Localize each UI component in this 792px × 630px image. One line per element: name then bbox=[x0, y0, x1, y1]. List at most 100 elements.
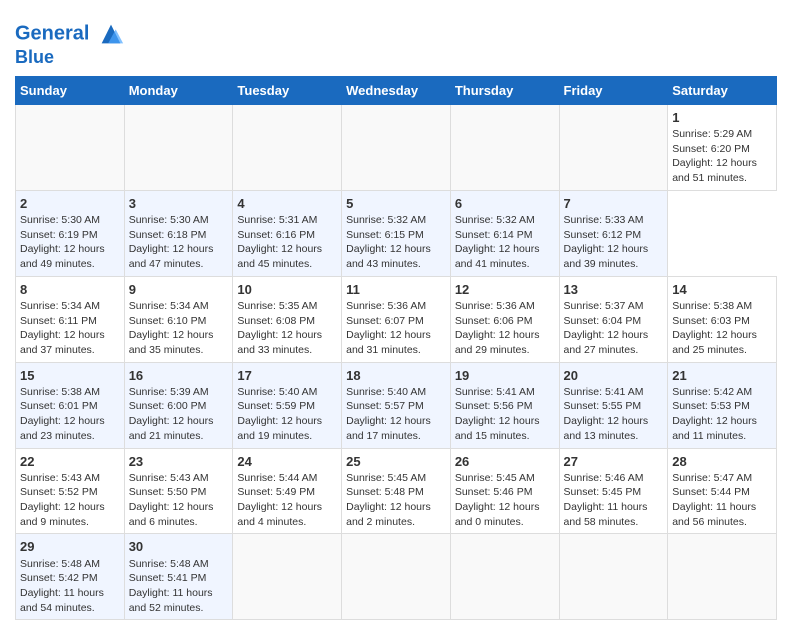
daylight-info: Daylight: 12 hours and 2 minutes. bbox=[346, 500, 446, 529]
sunrise-info: Sunrise: 5:45 AM bbox=[455, 471, 555, 486]
day-of-week-header: Thursday bbox=[450, 76, 559, 104]
daylight-info: Daylight: 12 hours and 47 minutes. bbox=[129, 242, 229, 271]
daylight-info: Daylight: 12 hours and 27 minutes. bbox=[564, 328, 664, 357]
page-header: General Blue bbox=[15, 10, 777, 68]
calendar-cell: 9 Sunrise: 5:34 AM Sunset: 6:10 PM Dayli… bbox=[124, 276, 233, 362]
day-number: 13 bbox=[564, 281, 664, 299]
calendar-cell: 12 Sunrise: 5:36 AM Sunset: 6:06 PM Dayl… bbox=[450, 276, 559, 362]
sunrise-info: Sunrise: 5:43 AM bbox=[20, 471, 120, 486]
sunrise-info: Sunrise: 5:34 AM bbox=[20, 299, 120, 314]
calendar-cell: 13 Sunrise: 5:37 AM Sunset: 6:04 PM Dayl… bbox=[559, 276, 668, 362]
daylight-info: Daylight: 12 hours and 0 minutes. bbox=[455, 500, 555, 529]
day-number: 30 bbox=[129, 538, 229, 556]
daylight-info: Daylight: 11 hours and 58 minutes. bbox=[564, 500, 664, 529]
calendar-cell: 29 Sunrise: 5:48 AM Sunset: 5:42 PM Dayl… bbox=[16, 534, 125, 620]
day-number: 16 bbox=[129, 367, 229, 385]
day-number: 17 bbox=[237, 367, 337, 385]
calendar-cell: 4 Sunrise: 5:31 AM Sunset: 6:16 PM Dayli… bbox=[233, 190, 342, 276]
calendar-cell: 30 Sunrise: 5:48 AM Sunset: 5:41 PM Dayl… bbox=[124, 534, 233, 620]
calendar-cell: 22 Sunrise: 5:43 AM Sunset: 5:52 PM Dayl… bbox=[16, 448, 125, 534]
sunrise-info: Sunrise: 5:30 AM bbox=[129, 213, 229, 228]
day-number: 24 bbox=[237, 453, 337, 471]
calendar-cell: 2 Sunrise: 5:30 AM Sunset: 6:19 PM Dayli… bbox=[16, 190, 125, 276]
day-number: 15 bbox=[20, 367, 120, 385]
daylight-info: Daylight: 12 hours and 51 minutes. bbox=[672, 156, 772, 185]
daylight-info: Daylight: 12 hours and 15 minutes. bbox=[455, 414, 555, 443]
sunrise-info: Sunrise: 5:34 AM bbox=[129, 299, 229, 314]
calendar-header-row: SundayMondayTuesdayWednesdayThursdayFrid… bbox=[16, 76, 777, 104]
sunrise-info: Sunrise: 5:43 AM bbox=[129, 471, 229, 486]
calendar-cell: 21 Sunrise: 5:42 AM Sunset: 5:53 PM Dayl… bbox=[668, 362, 777, 448]
day-number: 5 bbox=[346, 195, 446, 213]
calendar-cell bbox=[668, 534, 777, 620]
sunrise-info: Sunrise: 5:32 AM bbox=[346, 213, 446, 228]
daylight-info: Daylight: 12 hours and 35 minutes. bbox=[129, 328, 229, 357]
sunrise-info: Sunrise: 5:40 AM bbox=[237, 385, 337, 400]
day-number: 25 bbox=[346, 453, 446, 471]
sunset-info: Sunset: 6:19 PM bbox=[20, 228, 120, 243]
day-of-week-header: Friday bbox=[559, 76, 668, 104]
calendar-cell bbox=[16, 104, 125, 190]
sunset-info: Sunset: 5:59 PM bbox=[237, 399, 337, 414]
daylight-info: Daylight: 12 hours and 37 minutes. bbox=[20, 328, 120, 357]
day-of-week-header: Wednesday bbox=[342, 76, 451, 104]
day-number: 12 bbox=[455, 281, 555, 299]
sunset-info: Sunset: 5:50 PM bbox=[129, 485, 229, 500]
sunset-info: Sunset: 5:45 PM bbox=[564, 485, 664, 500]
sunrise-info: Sunrise: 5:42 AM bbox=[672, 385, 772, 400]
daylight-info: Daylight: 12 hours and 41 minutes. bbox=[455, 242, 555, 271]
calendar-week-row: 2 Sunrise: 5:30 AM Sunset: 6:19 PM Dayli… bbox=[16, 190, 777, 276]
sunset-info: Sunset: 6:15 PM bbox=[346, 228, 446, 243]
sunset-info: Sunset: 6:00 PM bbox=[129, 399, 229, 414]
daylight-info: Daylight: 11 hours and 54 minutes. bbox=[20, 586, 120, 615]
daylight-info: Daylight: 12 hours and 25 minutes. bbox=[672, 328, 772, 357]
daylight-info: Daylight: 12 hours and 39 minutes. bbox=[564, 242, 664, 271]
sunset-info: Sunset: 5:52 PM bbox=[20, 485, 120, 500]
calendar-week-row: 8 Sunrise: 5:34 AM Sunset: 6:11 PM Dayli… bbox=[16, 276, 777, 362]
calendar-cell: 27 Sunrise: 5:46 AM Sunset: 5:45 PM Dayl… bbox=[559, 448, 668, 534]
daylight-info: Daylight: 12 hours and 43 minutes. bbox=[346, 242, 446, 271]
daylight-info: Daylight: 12 hours and 9 minutes. bbox=[20, 500, 120, 529]
day-number: 29 bbox=[20, 538, 120, 556]
calendar-cell: 20 Sunrise: 5:41 AM Sunset: 5:55 PM Dayl… bbox=[559, 362, 668, 448]
calendar-cell: 15 Sunrise: 5:38 AM Sunset: 6:01 PM Dayl… bbox=[16, 362, 125, 448]
calendar-week-row: 1 Sunrise: 5:29 AM Sunset: 6:20 PM Dayli… bbox=[16, 104, 777, 190]
sunrise-info: Sunrise: 5:48 AM bbox=[20, 557, 120, 572]
day-of-week-header: Sunday bbox=[16, 76, 125, 104]
day-number: 8 bbox=[20, 281, 120, 299]
calendar-cell bbox=[342, 534, 451, 620]
calendar-cell: 17 Sunrise: 5:40 AM Sunset: 5:59 PM Dayl… bbox=[233, 362, 342, 448]
day-number: 4 bbox=[237, 195, 337, 213]
sunrise-info: Sunrise: 5:38 AM bbox=[672, 299, 772, 314]
calendar-cell: 28 Sunrise: 5:47 AM Sunset: 5:44 PM Dayl… bbox=[668, 448, 777, 534]
day-of-week-header: Saturday bbox=[668, 76, 777, 104]
daylight-info: Daylight: 12 hours and 23 minutes. bbox=[20, 414, 120, 443]
day-number: 3 bbox=[129, 195, 229, 213]
sunrise-info: Sunrise: 5:32 AM bbox=[455, 213, 555, 228]
sunrise-info: Sunrise: 5:33 AM bbox=[564, 213, 664, 228]
sunset-info: Sunset: 5:49 PM bbox=[237, 485, 337, 500]
daylight-info: Daylight: 12 hours and 21 minutes. bbox=[129, 414, 229, 443]
calendar-cell: 19 Sunrise: 5:41 AM Sunset: 5:56 PM Dayl… bbox=[450, 362, 559, 448]
calendar-cell: 5 Sunrise: 5:32 AM Sunset: 6:15 PM Dayli… bbox=[342, 190, 451, 276]
logo-text2: Blue bbox=[15, 48, 125, 68]
sunrise-info: Sunrise: 5:38 AM bbox=[20, 385, 120, 400]
day-of-week-header: Tuesday bbox=[233, 76, 342, 104]
calendar-cell bbox=[342, 104, 451, 190]
day-number: 1 bbox=[672, 109, 772, 127]
sunrise-info: Sunrise: 5:46 AM bbox=[564, 471, 664, 486]
sunset-info: Sunset: 6:20 PM bbox=[672, 142, 772, 157]
sunset-info: Sunset: 6:06 PM bbox=[455, 314, 555, 329]
day-number: 10 bbox=[237, 281, 337, 299]
sunset-info: Sunset: 5:44 PM bbox=[672, 485, 772, 500]
calendar-cell: 8 Sunrise: 5:34 AM Sunset: 6:11 PM Dayli… bbox=[16, 276, 125, 362]
sunrise-info: Sunrise: 5:45 AM bbox=[346, 471, 446, 486]
sunrise-info: Sunrise: 5:40 AM bbox=[346, 385, 446, 400]
sunrise-info: Sunrise: 5:31 AM bbox=[237, 213, 337, 228]
sunset-info: Sunset: 5:57 PM bbox=[346, 399, 446, 414]
calendar-cell: 24 Sunrise: 5:44 AM Sunset: 5:49 PM Dayl… bbox=[233, 448, 342, 534]
sunrise-info: Sunrise: 5:41 AM bbox=[564, 385, 664, 400]
day-number: 18 bbox=[346, 367, 446, 385]
calendar-week-row: 15 Sunrise: 5:38 AM Sunset: 6:01 PM Dayl… bbox=[16, 362, 777, 448]
sunset-info: Sunset: 5:53 PM bbox=[672, 399, 772, 414]
